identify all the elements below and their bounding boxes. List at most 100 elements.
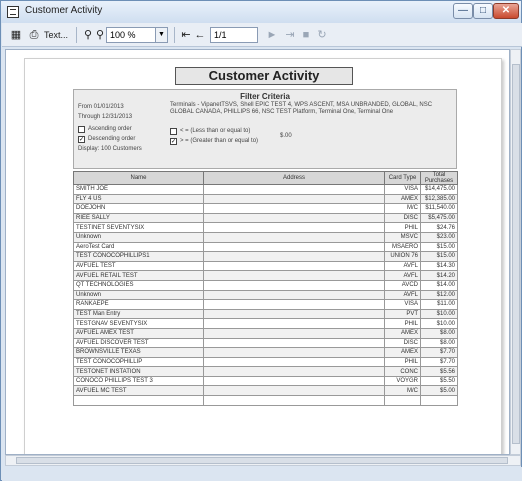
refresh-icon[interactable]: ↻ <box>314 27 330 43</box>
previous-page-icon[interactable]: ← <box>192 27 208 43</box>
less-than-checkbox <box>170 128 177 135</box>
print-icon[interactable]: ⎙ <box>26 27 42 43</box>
cell-name: BROWNSVILLE TEXAS <box>73 347 204 358</box>
page-setup-icon[interactable]: ▦ <box>8 27 24 43</box>
cell-total-purchases: $10.00 <box>420 308 458 320</box>
cell-address <box>203 251 385 262</box>
table-row: AVFUEL TEST AVFL $14.30 <box>73 260 458 272</box>
maximize-button[interactable]: □ <box>473 3 493 19</box>
zoom-select[interactable]: 100 % ▼ <box>106 27 168 43</box>
cell-card-type: PHIL <box>384 222 421 233</box>
horizontal-scroll-thumb[interactable] <box>16 457 508 464</box>
toolbar-separator <box>174 27 175 43</box>
cell-total-purchases: $11,540.00 <box>420 203 458 214</box>
cell-card-type: M/C <box>384 385 421 397</box>
cell-address <box>203 241 385 253</box>
cell-name: AVFUEL MC TEST <box>73 385 204 397</box>
cell-name: AVFUEL TEST <box>73 260 204 272</box>
cell-name: TEST CONOCOPHILLIPS1 <box>73 251 204 262</box>
cell-address <box>203 203 385 214</box>
cell-card-type: PHIL <box>384 356 421 368</box>
find-text-button[interactable]: Text... <box>44 27 68 43</box>
cell-total-purchases: $10.00 <box>420 318 458 329</box>
cell-address <box>203 395 385 406</box>
cell-card-type: AVFL <box>384 260 421 272</box>
table-header-row: Name Address Card Type Total Purchases <box>73 171 458 185</box>
title-bar[interactable]: Customer Activity — □ ✕ <box>1 1 521 23</box>
cell-address <box>203 279 385 291</box>
cell-name: SMITH JOE <box>73 184 204 195</box>
cell-address <box>203 347 385 358</box>
cell-card-type: UNION 76 <box>384 251 421 262</box>
column-header-name: Name <box>73 171 204 185</box>
cell-address <box>203 308 385 320</box>
minimize-button[interactable]: — <box>453 3 473 19</box>
table-row: AeroTest Card MSAERO $15.00 <box>73 241 458 253</box>
cell-address <box>203 270 385 281</box>
less-than-label: < = (Less than or equal to) <box>180 128 251 134</box>
report-viewer[interactable]: Customer Activity Filter Criteria From 0… <box>5 49 510 455</box>
table-row: RANKAEPE VISA $11.00 <box>73 299 458 310</box>
cell-address <box>203 231 385 243</box>
cell-name: TEST CONOCOPHILLIP <box>73 356 204 368</box>
chevron-down-icon[interactable]: ▼ <box>155 28 167 42</box>
horizontal-scrollbar[interactable] <box>5 455 521 466</box>
cell-address <box>203 184 385 195</box>
next-page-icon[interactable]: ► <box>264 27 280 43</box>
vertical-scrollbar[interactable] <box>510 49 521 455</box>
cell-card-type: CONC <box>384 366 421 377</box>
stop-icon[interactable]: ■ <box>298 27 314 43</box>
page-number-field[interactable]: 1/1 <box>210 27 258 43</box>
cell-card-type: AVCD <box>384 279 421 291</box>
filter-criteria-panel: Filter Criteria From 01/01/2013 Through … <box>73 89 457 169</box>
table-row: QT TECHNOLOGIES AVCD $14.00 <box>73 279 458 291</box>
close-button[interactable]: ✕ <box>493 3 519 19</box>
cell-total-purchases <box>420 395 458 406</box>
cell-address <box>203 356 385 368</box>
cell-card-type <box>384 395 421 406</box>
cell-total-purchases: $5.00 <box>420 385 458 397</box>
cell-address <box>203 385 385 397</box>
vertical-scroll-thumb[interactable] <box>512 64 520 444</box>
cell-total-purchases: $8.00 <box>420 327 458 339</box>
greater-than-label: > = (Greater than or equal to) <box>180 138 259 144</box>
column-header-address: Address <box>203 171 385 185</box>
table-row: DOEJOHN M/C $11,540.00 <box>73 203 458 214</box>
cell-name: AVFUEL RETAIL TEST <box>73 270 204 281</box>
cell-name: TEST Man Entry <box>73 308 204 320</box>
cell-card-type: VISA <box>384 299 421 310</box>
table-row: AVFUEL DISCOVER TEST DISC $8.00 <box>73 337 458 349</box>
cell-address <box>203 327 385 339</box>
display-count: Display: 100 Customers <box>78 146 142 152</box>
cell-address <box>203 289 385 301</box>
cell-total-purchases: $14.00 <box>420 279 458 291</box>
cell-address <box>203 299 385 310</box>
last-page-icon[interactable]: ⇥ <box>282 27 298 43</box>
cell-name <box>73 395 204 406</box>
cell-total-purchases: $15.00 <box>420 251 458 262</box>
cell-name: AVFUEL AMEX TEST <box>73 327 204 339</box>
cell-total-purchases: $12,385.00 <box>420 193 458 205</box>
minimize-icon: — <box>458 5 468 16</box>
cell-card-type: PHIL <box>384 318 421 329</box>
cell-card-type: AMEX <box>384 193 421 205</box>
cell-card-type: DISC <box>384 337 421 349</box>
cell-name: RANKAEPE <box>73 299 204 310</box>
zoom-value: 100 % <box>110 30 136 40</box>
table-row: TEST CONOCOPHILLIPS1 UNION 76 $15.00 <box>73 251 458 262</box>
cell-address <box>203 222 385 233</box>
cell-card-type: MSAERO <box>384 241 421 253</box>
close-icon: ✕ <box>501 5 511 16</box>
table-row: SMITH JOE VISA $14,475.00 <box>73 184 458 195</box>
customer-activity-window: Customer Activity — □ ✕ ▦ ⎙ Text... ⚲ ⚲ … <box>0 0 522 481</box>
amount-filter-value: $.00 <box>280 133 292 139</box>
table-row: BROWNSVILLE TEXAS AMEX $7.70 <box>73 347 458 358</box>
ascending-label: Ascending order <box>88 126 132 132</box>
cell-address <box>203 260 385 272</box>
cell-card-type: MSVC <box>384 231 421 243</box>
descending-label: Descending order <box>88 136 136 142</box>
cell-address <box>203 193 385 205</box>
cell-name: AeroTest Card <box>73 241 204 253</box>
cell-name: AVFUEL DISCOVER TEST <box>73 337 204 349</box>
cell-name: TESTINET SEVENTYSIX <box>73 222 204 233</box>
